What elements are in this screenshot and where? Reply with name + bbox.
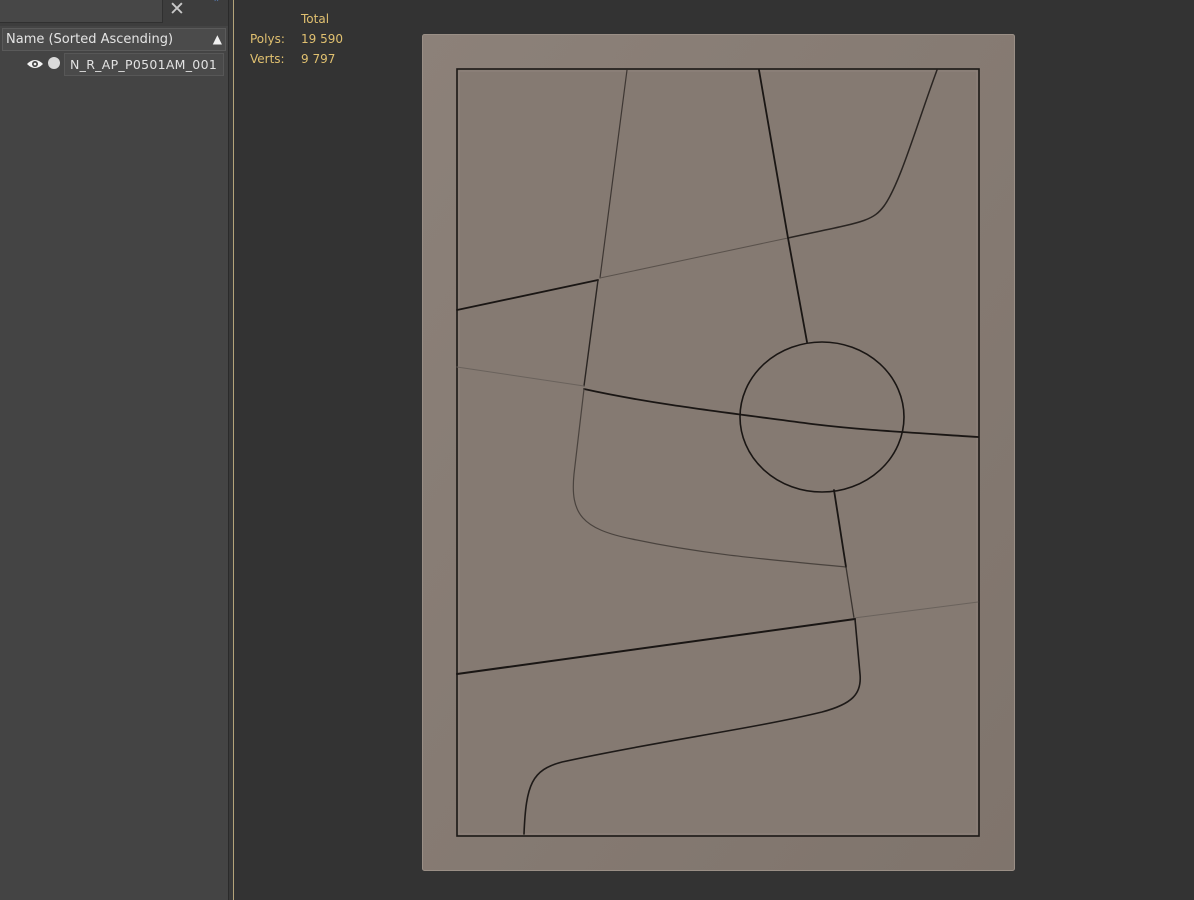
column-header-label: Name (Sorted Ascending) bbox=[6, 32, 174, 47]
list-item[interactable]: N_R_AP_P0501AM_001 bbox=[2, 53, 226, 76]
eye-icon[interactable] bbox=[26, 58, 44, 70]
expand-chevron-icon[interactable]: » bbox=[210, 0, 224, 5]
verts-value: 9 797 bbox=[301, 52, 336, 66]
stats-total-header: Total bbox=[301, 12, 330, 26]
explorer-toolbar: ✕ » bbox=[0, 0, 228, 26]
name-column-header[interactable]: Name (Sorted Ascending) ▲ bbox=[2, 28, 226, 51]
polys-value: 19 590 bbox=[301, 32, 343, 46]
verts-label: Verts: bbox=[250, 52, 285, 66]
scene-explorer-panel: ✕ » Name (Sorted Ascending) ▲ N_R_AP_P05… bbox=[0, 0, 229, 900]
polys-label: Polys: bbox=[250, 32, 285, 46]
render-toggle-dot-icon[interactable] bbox=[48, 57, 60, 69]
close-icon[interactable]: ✕ bbox=[166, 0, 188, 20]
viewport-statistics: Total Polys: 19 590 Verts: 9 797 bbox=[250, 9, 390, 69]
door-panel-model[interactable] bbox=[422, 34, 1015, 871]
sort-ascending-icon: ▲ bbox=[212, 32, 222, 46]
object-name-label[interactable]: N_R_AP_P0501AM_001 bbox=[64, 53, 224, 76]
explorer-search-field[interactable] bbox=[0, 0, 163, 23]
3d-viewport[interactable]: Total Polys: 19 590 Verts: 9 797 bbox=[234, 0, 1194, 900]
